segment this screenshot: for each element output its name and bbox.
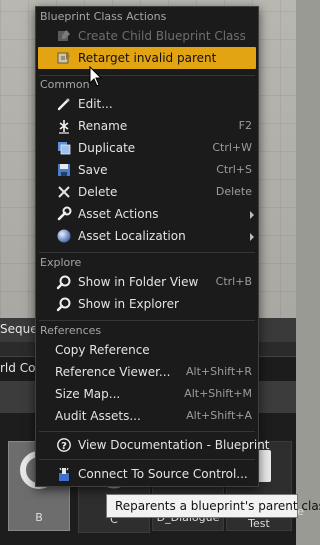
section-divider — [39, 75, 255, 76]
section-header-common: Common — [40, 78, 90, 91]
asset-tile-label: B — [35, 511, 43, 524]
menu-item-reference-viewer[interactable]: Reference Viewer... Alt+Shift+R — [36, 361, 258, 383]
menu-item-size-map[interactable]: Size Map... Alt+Shift+M — [36, 383, 258, 405]
source-control-icon — [59, 467, 69, 481]
menu-item-edit[interactable]: Edit... — [36, 93, 258, 115]
svg-text:?: ? — [61, 441, 67, 452]
menu-item-asset-actions[interactable]: Asset Actions — [36, 203, 258, 225]
shortcut-rename: F2 — [238, 119, 252, 132]
menu-item-audit-assets[interactable]: Audit Assets... Alt+Shift+A — [36, 405, 258, 427]
menu-item-retarget-invalid-parent[interactable]: Retarget invalid parent — [38, 47, 256, 69]
section-header-explore: Explore — [40, 256, 82, 269]
menu-item-copy-reference[interactable]: Copy Reference — [36, 339, 258, 361]
save-icon — [58, 164, 70, 176]
menu-item-show-in-folder-view[interactable]: Show in Folder View Ctrl+B — [36, 271, 258, 293]
section-divider — [39, 252, 255, 253]
menu-item-connect-source-control[interactable]: Connect To Source Control... — [36, 463, 258, 485]
shortcut-reference-viewer: Alt+Shift+R — [186, 365, 252, 378]
magnifier-icon — [56, 297, 71, 312]
help-icon: ? — [57, 438, 71, 452]
section-divider — [39, 320, 255, 321]
submenu-arrow-icon — [250, 233, 254, 241]
submenu-arrow-icon — [250, 211, 254, 219]
blueprint-retarget-icon — [57, 52, 70, 64]
magnifier-icon — [56, 275, 71, 290]
wrench-icon — [57, 206, 72, 221]
globe-icon — [57, 229, 71, 243]
duplicate-icon — [58, 142, 71, 155]
shortcut-size-map: Alt+Shift+M — [184, 387, 252, 400]
section-header-blueprint: Blueprint Class Actions — [40, 10, 167, 23]
asset-context-menu: Blueprint Class Actions Create Child Blu… — [35, 6, 270, 487]
menu-item-show-in-explorer[interactable]: Show in Explorer — [36, 293, 258, 315]
menu-item-save[interactable]: Save Ctrl+S — [36, 159, 258, 181]
shortcut-duplicate: Ctrl+W — [212, 141, 252, 154]
section-divider — [39, 459, 255, 460]
shortcut-audit-assets: Alt+Shift+A — [186, 409, 252, 422]
menu-item-view-documentation[interactable]: ? View Documentation - Blueprint — [36, 434, 270, 456]
shortcut-delete: Delete — [215, 185, 252, 198]
menu-item-create-child-blueprint[interactable]: Create Child Blueprint Class — [36, 25, 258, 47]
delete-icon — [58, 186, 70, 198]
rename-icon — [59, 120, 69, 134]
menu-item-delete[interactable]: Delete Delete — [36, 181, 258, 203]
menu-item-rename[interactable]: Rename F2 — [36, 115, 258, 137]
section-divider — [39, 431, 255, 432]
tooltip: Reparents a blueprint's parent class — [106, 494, 320, 518]
mouse-cursor-icon — [89, 66, 103, 87]
blueprint-icon — [58, 30, 70, 41]
section-header-references: References — [40, 324, 102, 337]
tooltip-text: Reparents a blueprint's parent class — [115, 499, 320, 513]
shortcut-show-folder: Ctrl+B — [215, 275, 252, 288]
pencil-icon — [57, 98, 70, 111]
menu-item-asset-localization[interactable]: Asset Localization — [36, 225, 258, 247]
shortcut-save: Ctrl+S — [216, 163, 252, 176]
menu-item-duplicate[interactable]: Duplicate Ctrl+W — [36, 137, 258, 159]
